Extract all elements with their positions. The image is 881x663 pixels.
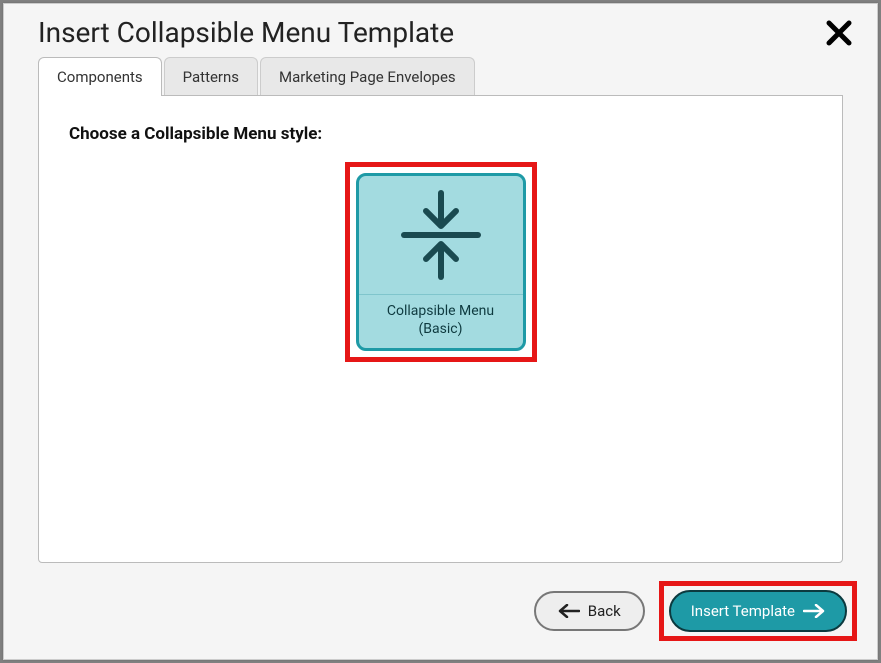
- style-heading: Choose a Collapsible Menu style:: [69, 124, 812, 144]
- template-options: Collapsible Menu (Basic): [69, 162, 812, 362]
- tablist: Components Patterns Marketing Page Envel…: [38, 57, 843, 96]
- insert-button-label: Insert Template: [691, 602, 795, 620]
- option-collapsible-basic[interactable]: Collapsible Menu (Basic): [356, 173, 526, 351]
- back-button[interactable]: Back: [534, 591, 645, 631]
- tabs-container: Components Patterns Marketing Page Envel…: [4, 57, 877, 96]
- selection-highlight: Collapsible Menu (Basic): [345, 162, 537, 362]
- close-button[interactable]: [825, 19, 853, 47]
- option-icon-area: [359, 176, 523, 294]
- tab-label: Marketing Page Envelopes: [279, 68, 456, 86]
- insert-template-button[interactable]: Insert Template: [669, 590, 847, 632]
- tab-label: Patterns: [183, 68, 239, 86]
- arrow-right-icon: [803, 604, 825, 618]
- option-label-line1: Collapsible Menu: [365, 303, 517, 321]
- insert-template-dialog: Insert Collapsible Menu Template Compone…: [3, 3, 878, 660]
- option-label: Collapsible Menu (Basic): [359, 294, 523, 348]
- insert-highlight: Insert Template: [659, 581, 857, 641]
- dialog-footer: Back Insert Template: [4, 581, 877, 659]
- tab-marketing-envelopes[interactable]: Marketing Page Envelopes: [260, 57, 475, 96]
- tab-label: Components: [57, 68, 143, 86]
- collapse-icon: [398, 189, 484, 281]
- back-button-label: Back: [588, 602, 621, 620]
- arrow-left-icon: [558, 604, 580, 618]
- close-icon: [825, 19, 853, 47]
- tab-components[interactable]: Components: [38, 57, 162, 96]
- option-label-line2: (Basic): [365, 321, 517, 339]
- tab-panel-components: Choose a Collapsible Menu style:: [38, 95, 843, 563]
- dialog-title: Insert Collapsible Menu Template: [38, 16, 454, 49]
- tab-patterns[interactable]: Patterns: [164, 57, 258, 96]
- dialog-header: Insert Collapsible Menu Template: [4, 4, 877, 57]
